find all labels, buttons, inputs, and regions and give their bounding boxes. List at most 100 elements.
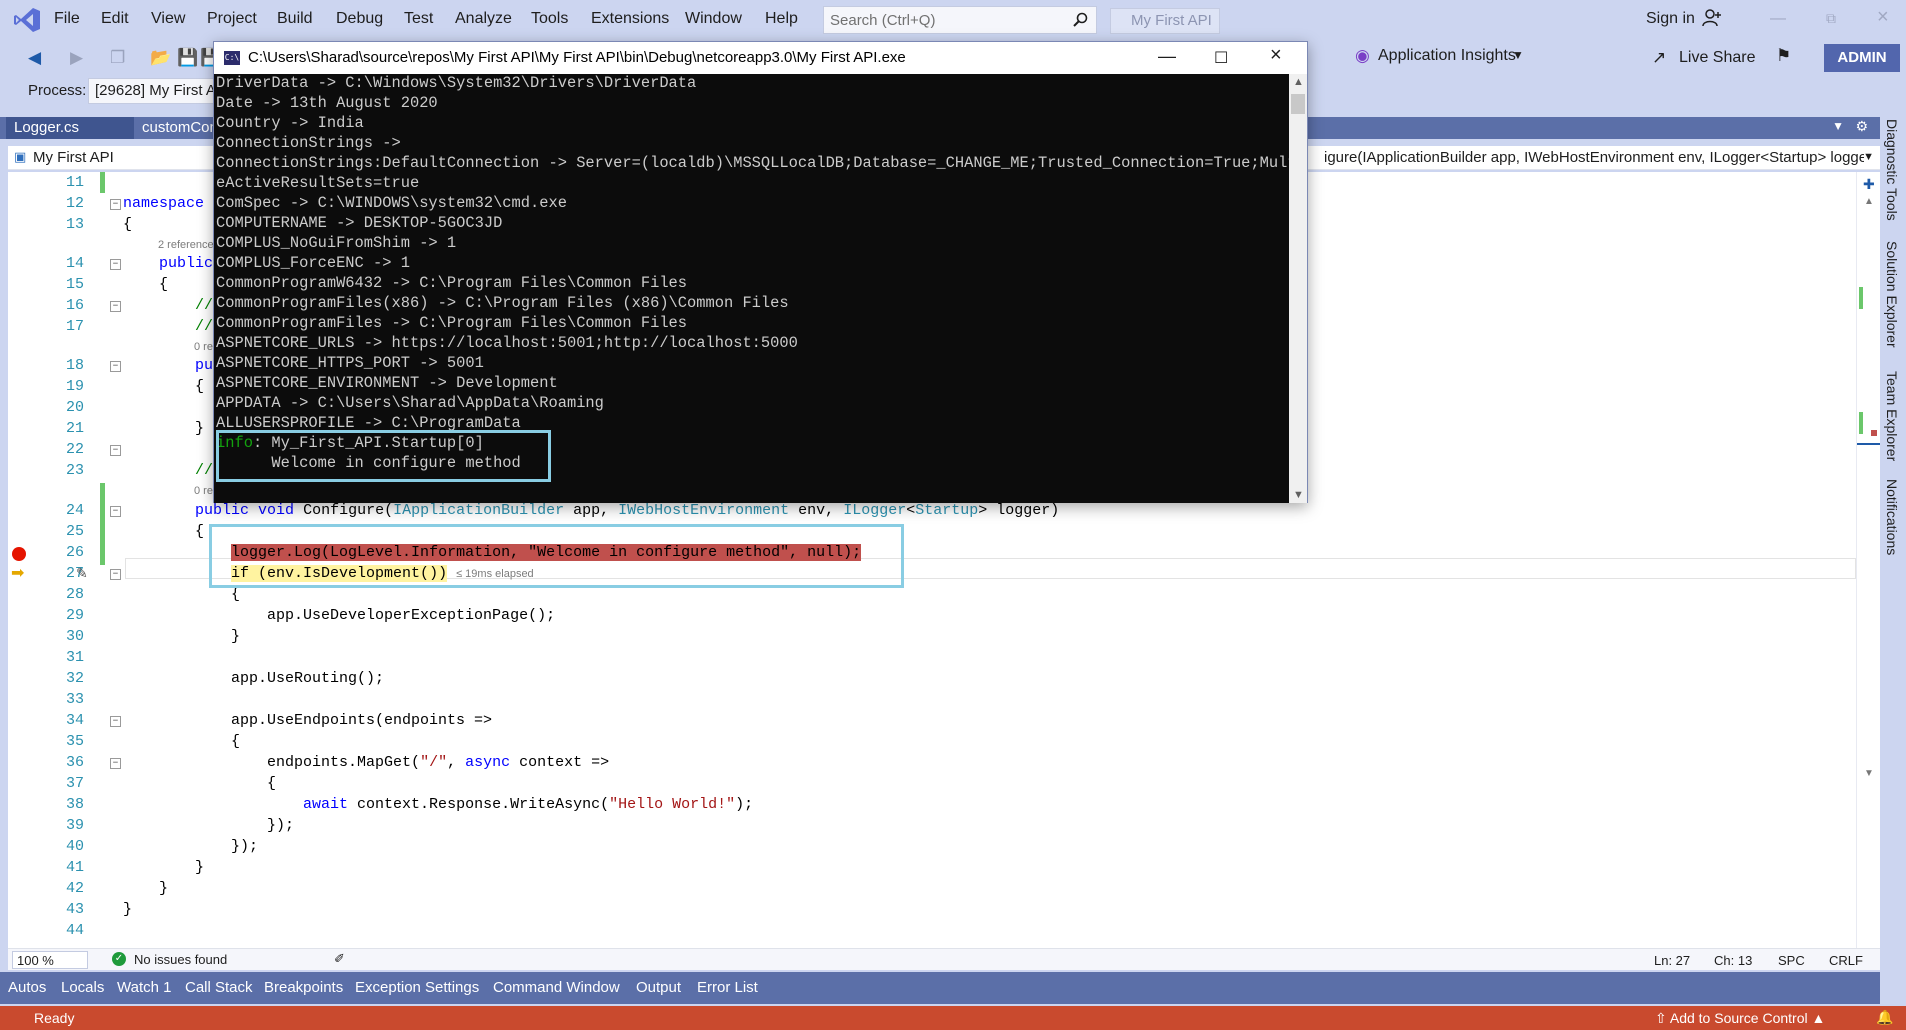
menu-edit[interactable]: Edit [101, 10, 129, 28]
console-title: C:\Users\Sharad\source\repos\My First AP… [248, 49, 906, 66]
scroll-down-icon[interactable]: ▼ [1864, 768, 1874, 779]
member-dropdown[interactable]: igure(IApplicationBuilder app, IWebHostE… [1324, 149, 1864, 166]
menu-window[interactable]: Window [685, 10, 742, 28]
tab-watch-1[interactable]: Watch 1 [117, 979, 171, 996]
process-dropdown[interactable]: [29628] My First API [88, 78, 228, 104]
code-line: } [123, 880, 169, 897]
scroll-up-icon[interactable]: ▲ [1864, 196, 1874, 207]
console-window[interactable]: C:\ C:\Users\Sharad\source\repos\My Firs… [213, 41, 1308, 503]
menu-build[interactable]: Build [277, 10, 313, 28]
search-input[interactable]: Search (Ctrl+Q) [823, 6, 1097, 34]
save-icon[interactable]: 💾 [177, 48, 198, 68]
issues-status[interactable]: No issues found [134, 952, 227, 967]
tab-custom-configuration[interactable]: customConf [134, 117, 214, 139]
code-line: await context.Response.WriteAsync("Hello… [303, 796, 754, 813]
minimize-icon[interactable]: — [1158, 46, 1176, 67]
code-line: { [123, 733, 241, 750]
tab-output[interactable]: Output [636, 979, 681, 996]
chevron-down-icon[interactable]: ▼ [1863, 151, 1874, 163]
back-icon[interactable]: ◀ [28, 48, 41, 68]
feedback-icon[interactable]: ⚑ [1776, 46, 1791, 66]
line-number: 33 [65, 691, 84, 708]
gear-icon[interactable]: ⚙ [1855, 118, 1868, 135]
live-share-icon[interactable]: ↗ [1652, 48, 1666, 68]
console-output[interactable]: DriverData -> C:\Windows\System32\Driver… [214, 74, 1289, 503]
restore-icon[interactable]: ⧉ [1826, 10, 1836, 27]
console-scrollbar[interactable]: ▲ ▼ [1289, 74, 1307, 503]
notification-bell-icon[interactable]: 🔔 [1876, 1009, 1893, 1026]
menu-project[interactable]: Project [207, 10, 257, 28]
menu-test[interactable]: Test [404, 10, 433, 28]
code-line: } [123, 901, 133, 918]
tab-command-window[interactable]: Command Window [493, 979, 620, 996]
console-line: DriverData -> C:\Windows\System32\Driver… [216, 74, 697, 92]
new-item-icon[interactable]: ❐ [110, 48, 125, 68]
code-line: } [123, 859, 205, 876]
tab-diagnostic-tools[interactable]: Diagnostic Tools [1884, 119, 1900, 221]
tab-error-list[interactable]: Error List [697, 979, 758, 996]
line-number: 11 [65, 174, 84, 191]
console-line: APPDATA -> C:\Users\Sharad\AppData\Roami… [216, 394, 604, 412]
console-line: COMPLUS_NoGuiFromShim -> 1 [216, 234, 457, 252]
line-number: 31 [65, 649, 84, 666]
add-to-source-control-button[interactable]: ⇧ Add to Source Control ▲ [1655, 1010, 1825, 1027]
scroll-up-icon[interactable]: ▲ [1293, 76, 1304, 88]
project-dropdown[interactable]: My First API [33, 149, 114, 166]
application-insights-button[interactable]: Application Insights [1378, 47, 1516, 65]
debug-tool-tabs: Autos Locals Watch 1 Call Stack Breakpoi… [0, 972, 1880, 1004]
live-share-button[interactable]: Live Share [1679, 49, 1756, 67]
status-bar: Ready ⇧ Add to Source Control ▲ 🔔 [0, 1006, 1906, 1030]
search-placeholder: Search (Ctrl+Q) [830, 12, 936, 29]
chevron-down-icon[interactable]: ▼ [1512, 48, 1524, 62]
tab-solution-explorer[interactable]: Solution Explorer [1884, 241, 1900, 348]
line-number: 20 [65, 399, 84, 416]
side-tool-tabs: Diagnostic Tools Solution Explorer Team … [1880, 117, 1906, 1002]
tab-exception-settings[interactable]: Exception Settings [355, 979, 479, 996]
tab-autos[interactable]: Autos [8, 979, 46, 996]
scroll-down-icon[interactable]: ▼ [1293, 489, 1304, 501]
console-line: Country -> India [216, 114, 364, 132]
menu-view[interactable]: View [151, 10, 185, 28]
menu-debug[interactable]: Debug [336, 10, 383, 28]
open-folder-icon[interactable]: 📂 [150, 48, 171, 68]
person-icon[interactable] [1702, 8, 1722, 28]
forward-icon[interactable]: ▶ [70, 48, 83, 68]
scroll-thumb[interactable] [1291, 94, 1305, 114]
admin-badge[interactable]: ADMIN [1824, 44, 1900, 72]
minimize-icon[interactable]: — [1770, 10, 1786, 28]
search-icon [1073, 12, 1088, 27]
tab-notifications[interactable]: Notifications [1884, 479, 1900, 555]
tab-list-dropdown-icon[interactable]: ▼ [1832, 119, 1844, 133]
code-line: }); [123, 817, 295, 834]
menu-extensions[interactable]: Extensions [591, 10, 669, 28]
close-icon[interactable]: × [1877, 6, 1889, 29]
tab-call-stack[interactable]: Call Stack [185, 979, 253, 996]
line-ending-indicator: CRLF [1829, 953, 1863, 968]
tab-logger-cs[interactable]: Logger.cs [6, 117, 134, 139]
sign-in-link[interactable]: Sign in [1646, 10, 1695, 28]
menu-help[interactable]: Help [765, 10, 798, 28]
code-line: app.UseEndpoints(endpoints => [123, 712, 493, 729]
tab-locals[interactable]: Locals [61, 979, 104, 996]
maximize-icon[interactable]: ☐ [1214, 48, 1228, 68]
console-app-icon: C:\ [224, 51, 240, 65]
application-insights-icon[interactable]: ◉ [1355, 46, 1370, 66]
console-title-bar[interactable]: C:\ C:\Users\Sharad\source\repos\My Firs… [214, 42, 1307, 74]
console-line: eActiveResultSets=true [216, 174, 420, 192]
editor-scrollbar[interactable]: ✚ ▲ ▼ [1856, 172, 1881, 948]
code-cleanup-icon[interactable]: ✐ [334, 951, 345, 967]
menu-tools[interactable]: Tools [531, 10, 568, 28]
menu-file[interactable]: File [54, 10, 80, 28]
zoom-dropdown[interactable]: 100 % [12, 951, 88, 969]
console-line: Date -> 13th August 2020 [216, 94, 438, 112]
collapse-icon[interactable]: − [110, 445, 121, 456]
split-icon[interactable]: ✚ [1863, 176, 1875, 193]
console-line: ConnectionStrings -> [216, 134, 401, 152]
source-control-label: Add to Source Control [1669, 1010, 1808, 1026]
code-line: endpoints.MapGet("/", async context => [123, 754, 610, 771]
codelens-references[interactable]: 2 references [158, 239, 219, 251]
tab-team-explorer[interactable]: Team Explorer [1884, 371, 1900, 461]
menu-analyze[interactable]: Analyze [455, 10, 512, 28]
tab-breakpoints[interactable]: Breakpoints [264, 979, 343, 996]
close-icon[interactable]: × [1270, 44, 1282, 67]
